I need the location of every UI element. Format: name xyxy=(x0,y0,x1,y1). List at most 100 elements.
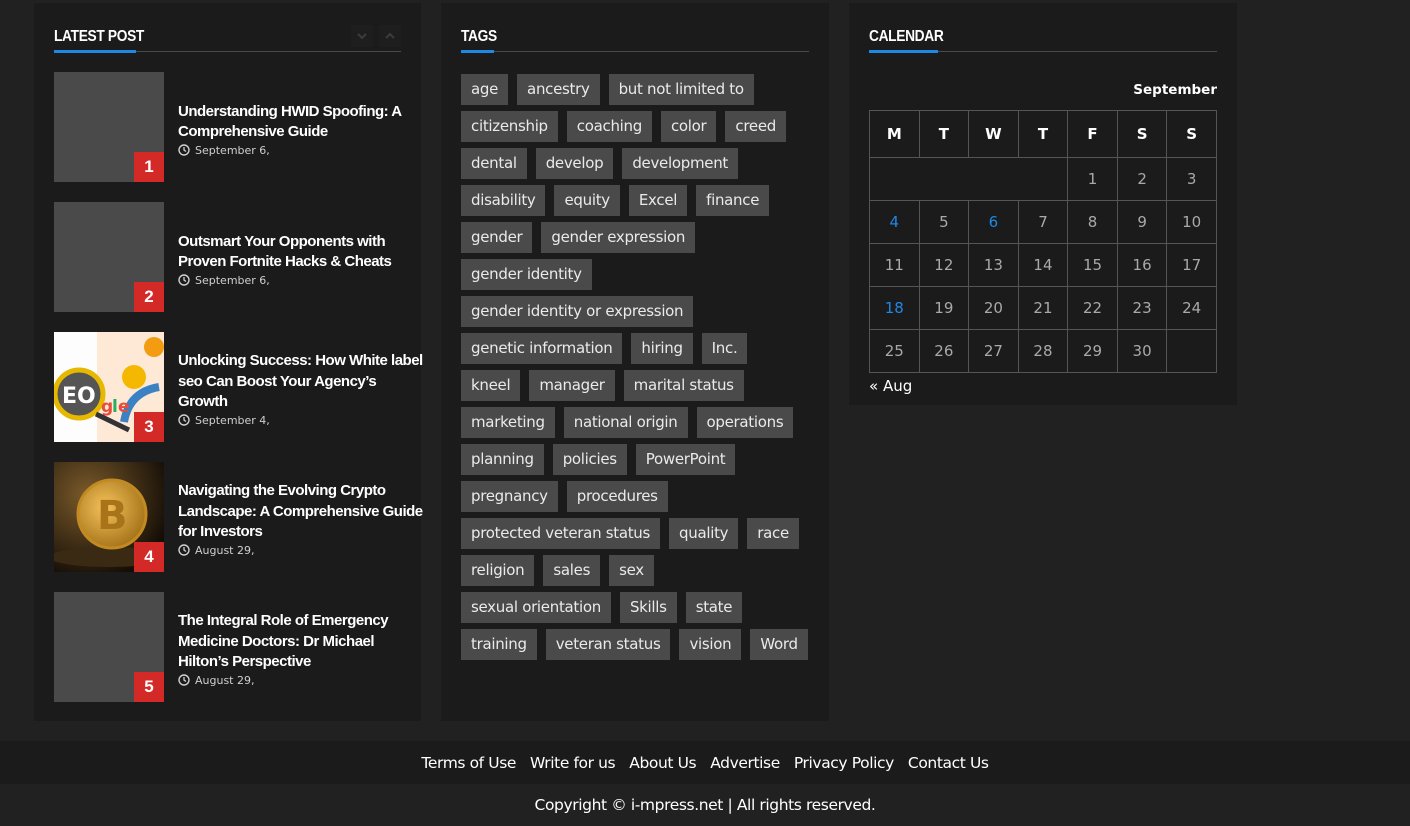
tag-link[interactable]: gender identity xyxy=(461,259,592,290)
tag-link[interactable]: marital status xyxy=(623,370,744,401)
svg-text:e: e xyxy=(118,397,130,417)
slide-down-button[interactable] xyxy=(351,25,373,47)
post-thumbnail[interactable]: B4 xyxy=(54,462,164,572)
tag-link[interactable]: coaching xyxy=(566,111,652,142)
footer-navigation: Terms of Use Write for us About Us Advertis… xyxy=(0,741,1410,784)
tag-link[interactable]: color xyxy=(660,111,717,142)
footer-link[interactable]: Terms of Use xyxy=(421,754,516,772)
tag-link[interactable]: protected veteran status xyxy=(461,518,661,549)
calendar-day: 30 xyxy=(1116,329,1168,373)
tag-link[interactable]: national origin xyxy=(563,407,688,438)
post-title-link[interactable]: Navigating the Evolving Crypto Landscape… xyxy=(178,481,428,543)
post-thumbnail[interactable]: 5 xyxy=(54,592,164,702)
calendar-prev-month-link[interactable]: « Aug xyxy=(869,377,912,395)
tag-link[interactable]: Skills xyxy=(619,592,677,623)
tag-link[interactable]: PowerPoint xyxy=(635,444,736,475)
calendar-day: 27 xyxy=(968,329,1019,373)
tag-link[interactable]: sex xyxy=(609,555,654,586)
tag-link[interactable]: training xyxy=(461,629,537,660)
svg-text:EO: EO xyxy=(62,384,96,409)
tag-link[interactable]: sales xyxy=(543,555,601,586)
tag-link[interactable]: pregnancy xyxy=(461,481,558,512)
tag-link[interactable]: sexual orientation xyxy=(461,592,611,623)
tag-link[interactable]: procedures xyxy=(566,481,668,512)
post-rank-badge: 5 xyxy=(134,672,164,702)
post-date-text: August 29, xyxy=(195,543,255,557)
tag-link[interactable]: hiring xyxy=(631,333,693,364)
calendar-day: 26 xyxy=(918,329,970,373)
chevron-up-icon xyxy=(385,32,395,39)
tag-link[interactable]: development xyxy=(622,148,738,179)
calendar-weekday: S xyxy=(1116,110,1168,158)
tag-link[interactable]: dental xyxy=(461,148,527,179)
calendar-day-link[interactable]: 18 xyxy=(869,286,920,330)
tag-link[interactable]: policies xyxy=(552,444,627,475)
tag-link[interactable]: veteran status xyxy=(545,629,671,660)
calendar-padding-cell xyxy=(868,157,1069,201)
tag-link[interactable]: disability xyxy=(461,185,546,216)
tag-link[interactable]: but not limited to xyxy=(608,74,754,105)
post-date-text: September 6, xyxy=(195,273,270,287)
calendar-month: September xyxy=(1133,82,1217,98)
tag-link[interactable]: gender xyxy=(461,222,533,253)
tag-link[interactable]: genetic information xyxy=(461,333,623,364)
tag-link[interactable]: Word xyxy=(750,629,808,660)
post-title-link[interactable]: Understanding HWID Spoofing: A Comprehen… xyxy=(178,102,428,143)
copyright-text: Copyright © i-mpress.net | All rights re… xyxy=(0,784,1410,826)
footer-link[interactable]: Write for us xyxy=(530,754,616,772)
calendar-weekdays: MTWTFSS xyxy=(869,110,1217,158)
tag-link[interactable]: state xyxy=(685,592,743,623)
tag-link[interactable]: citizenship xyxy=(461,111,558,142)
post-date: September 6, xyxy=(178,144,428,157)
post-date: September 4, xyxy=(178,414,428,427)
tag-link[interactable]: planning xyxy=(461,444,544,475)
post-thumbnail[interactable]: 2 xyxy=(54,202,164,312)
calendar-day: 25 xyxy=(869,329,920,373)
calendar-day: 13 xyxy=(968,243,1019,287)
tag-link[interactable]: Inc. xyxy=(701,333,748,364)
tag-link[interactable]: manager xyxy=(529,370,615,401)
tag-link[interactable]: religion xyxy=(461,555,535,586)
tag-link[interactable]: Excel xyxy=(628,185,688,216)
footer-link[interactable]: Contact Us xyxy=(908,754,989,772)
tag-link[interactable]: ancestry xyxy=(517,74,600,105)
tag-link[interactable]: vision xyxy=(679,629,742,660)
tag-link[interactable]: age xyxy=(461,74,509,105)
post-title-link[interactable]: The Integral Role of Emergency Medicine … xyxy=(178,611,428,673)
tag-link[interactable]: gender expression xyxy=(541,222,696,253)
calendar-day-link[interactable]: 6 xyxy=(968,200,1019,244)
post-list: 1 Understanding HWID Spoofing: A Comprehe… xyxy=(54,72,423,702)
tag-link[interactable]: race xyxy=(747,518,799,549)
post-rank-badge: 1 xyxy=(134,152,164,182)
latest-post-item: 2 Outsmart Your Opponents with Proven For… xyxy=(54,202,401,312)
post-title-link[interactable]: Unlocking Success: How White label seo C… xyxy=(178,351,428,413)
tag-link[interactable]: creed xyxy=(725,111,786,142)
tag-link[interactable]: equity xyxy=(554,185,620,216)
post-thumbnail[interactable]: EO g l e 3 xyxy=(54,332,164,442)
tag-link[interactable]: kneel xyxy=(461,370,521,401)
footer-link[interactable]: About Us xyxy=(629,754,696,772)
clock-icon xyxy=(178,144,190,156)
tag-link[interactable]: develop xyxy=(535,148,614,179)
calendar-day: 16 xyxy=(1116,243,1168,287)
tag-link[interactable]: finance xyxy=(696,185,770,216)
tag-link[interactable]: marketing xyxy=(461,407,555,438)
chevron-down-icon xyxy=(357,33,367,40)
calendar-day: 12 xyxy=(918,243,970,287)
tag-link[interactable]: quality xyxy=(669,518,739,549)
widget-header: Calendar xyxy=(869,3,1217,53)
calendar-week-row: 11 12 13 14 15 16 17 xyxy=(869,243,1217,287)
post-body: Outsmart Your Opponents with Proven Fort… xyxy=(164,202,428,312)
calendar-weekday: W xyxy=(968,110,1019,158)
calendar-day: 19 xyxy=(918,286,970,330)
post-thumbnail[interactable]: 1 xyxy=(54,72,164,182)
post-title-link[interactable]: Outsmart Your Opponents with Proven Fort… xyxy=(178,232,428,273)
post-body: Navigating the Evolving Crypto Landscape… xyxy=(164,462,428,572)
footer-link[interactable]: Privacy Policy xyxy=(794,754,894,772)
post-rank-badge: 3 xyxy=(134,412,164,442)
footer-link[interactable]: Advertise xyxy=(710,754,780,772)
slide-up-button[interactable] xyxy=(379,25,401,47)
calendar-day-link[interactable]: 4 xyxy=(869,200,920,244)
tag-link[interactable]: operations xyxy=(696,407,794,438)
tag-link[interactable]: gender identity or expression xyxy=(461,296,694,327)
